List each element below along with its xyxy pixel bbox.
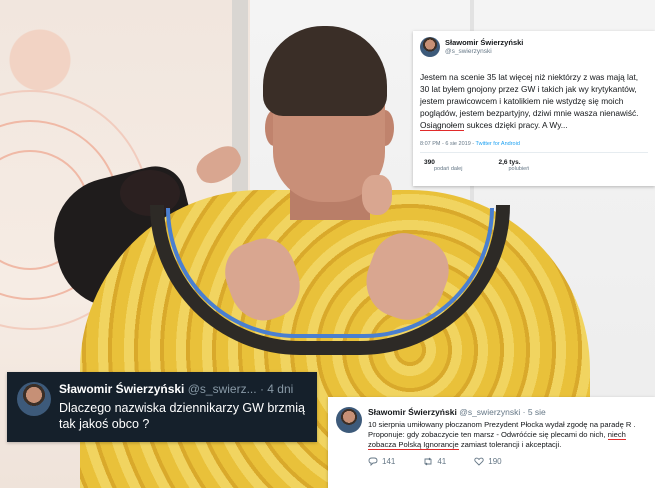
author-handle[interactable]: @s_swierzynski · 5 sie (459, 407, 546, 417)
tweet-text: Dlaczego nazwiska dziennikarzy GW brzmią… (59, 401, 305, 431)
tweet-time[interactable]: · 4 dni (260, 382, 293, 396)
retweet-stat[interactable]: 390 podań dalej (424, 159, 462, 172)
tweet-header: Sławomir Świerzyński @s_swierzynski (420, 37, 648, 57)
tweet-text-part1: Jestem na scenie 35 lat więcej niż niekt… (420, 72, 639, 118)
tweet-source-link[interactable]: Twitter for Android (476, 141, 520, 147)
like-count: 190 (488, 457, 502, 466)
tweet-stats: 390 podań dalej 2,6 tys. polubień (420, 159, 648, 172)
tweet-header: Sławomir Świerzyński @s_swierzynski · 5 … (368, 407, 647, 417)
tweet-actions: 141 41 190 (368, 457, 647, 466)
heart-icon (474, 457, 484, 466)
tweet-text: 10 sierpnia umiłowany płoczanom Prezyden… (368, 420, 647, 450)
author-handle[interactable]: @s_swierzynski (445, 48, 523, 55)
tweet-card-top[interactable]: Sławomir Świerzyński @s_swierzynski Jest… (413, 31, 655, 186)
hand-helper-right (362, 175, 392, 215)
tweet-timestamp: 8:07 PM - 6 sie 2019 - Twitter for Andro… (420, 141, 648, 147)
retweet-count: 390 (424, 159, 435, 166)
reply-button[interactable]: 141 (368, 457, 395, 466)
tweet-text-part2: sukces dzięki pracy. A Wy... (464, 120, 568, 130)
tweet-header: Sławomir Świerzyński @s_swierz... · 4 dn… (59, 382, 307, 396)
divider (420, 152, 648, 153)
retweet-count: 41 (437, 457, 447, 466)
reply-count: 141 (382, 457, 396, 466)
avatar[interactable] (336, 407, 362, 433)
timestamp[interactable]: 8:07 PM - 6 sie 2019 - (420, 141, 476, 147)
avatar[interactable] (420, 37, 440, 57)
author-name[interactable]: Sławomir Świerzyński (445, 39, 523, 48)
photo-collage: Sławomir Świerzyński @s_swierzynski Jest… (0, 0, 655, 488)
tweet-card-dark[interactable]: Sławomir Świerzyński @s_swierz... · 4 dn… (7, 372, 317, 442)
author-name[interactable]: Sławomir Świerzyński (59, 382, 184, 396)
tweet-text: Jestem na scenie 35 lat więcej niż niekt… (420, 71, 648, 131)
retweet-icon (424, 457, 432, 466)
retweet-label: podań dalej (434, 166, 463, 173)
like-stat[interactable]: 2,6 tys. polubień (498, 159, 529, 172)
like-label: polubień (508, 166, 530, 173)
like-count: 2,6 tys. (498, 159, 521, 166)
author-handle[interactable]: @s_swierz... (188, 382, 257, 396)
tweet-text-part2: zamiast tolerancji i akceptacji. (458, 440, 562, 449)
like-button[interactable]: 190 (474, 457, 502, 466)
retweet-button[interactable]: 41 (423, 457, 446, 466)
tweet-text-part1: 10 sierpnia umiłowany płoczanom Prezyden… (368, 420, 636, 439)
tweet-card-bottom[interactable]: Sławomir Świerzyński @s_swierzynski · 5 … (328, 397, 655, 488)
author-name[interactable]: Sławomir Świerzyński (368, 407, 457, 417)
reply-icon (368, 457, 378, 466)
avatar[interactable] (17, 382, 51, 416)
tweet-text-underlined: Osiągnołem (420, 120, 465, 131)
